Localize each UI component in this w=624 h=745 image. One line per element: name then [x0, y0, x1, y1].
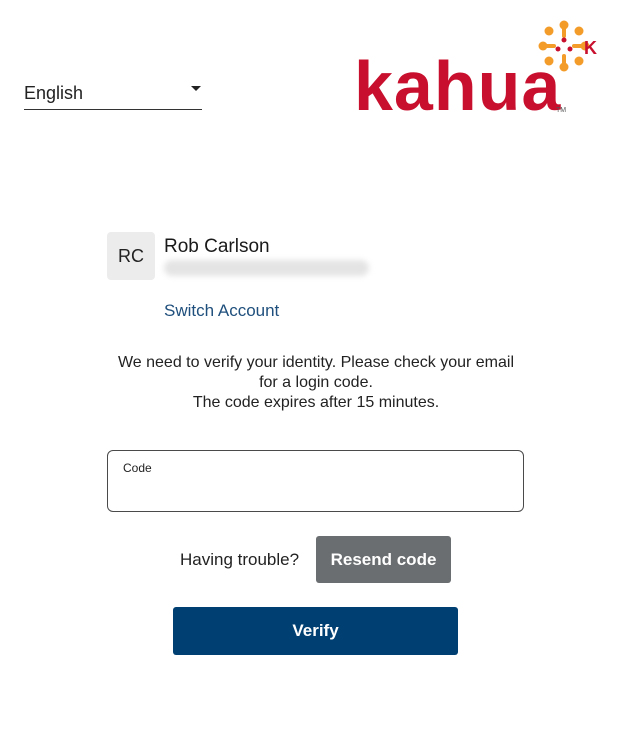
svg-text:kahua: kahua	[354, 47, 561, 120]
resend-code-button[interactable]: Resend code	[316, 536, 451, 583]
switch-account-link[interactable]: Switch Account	[164, 301, 279, 321]
svg-text:TM: TM	[556, 107, 566, 114]
message-line-2: for a login code.	[259, 374, 373, 391]
message-line-1: We need to verify your identity. Please …	[117, 354, 515, 371]
code-input[interactable]	[122, 481, 511, 507]
code-field-label: Code	[123, 461, 152, 475]
avatar: RC	[107, 232, 155, 280]
caret-down-icon	[191, 86, 201, 91]
avatar-initials: RC	[118, 245, 144, 266]
language-select[interactable]: English	[24, 78, 202, 110]
kahua-logo: K kahua TM	[350, 14, 600, 125]
user-name: Rob Carlson	[164, 236, 270, 257]
kahua-logo-graphic: K kahua TM	[354, 20, 597, 125]
message-line-3: The code expires after 15 minutes.	[192, 394, 440, 411]
user-email-redacted	[164, 260, 369, 276]
svg-text:K: K	[584, 38, 597, 58]
verify-button[interactable]: Verify	[173, 607, 458, 655]
code-field[interactable]: Code	[107, 450, 524, 512]
language-select-value: English	[24, 83, 84, 103]
verification-message: We need to verify your identity. Please …	[107, 353, 525, 413]
having-trouble-text: Having trouble?	[180, 550, 300, 569]
